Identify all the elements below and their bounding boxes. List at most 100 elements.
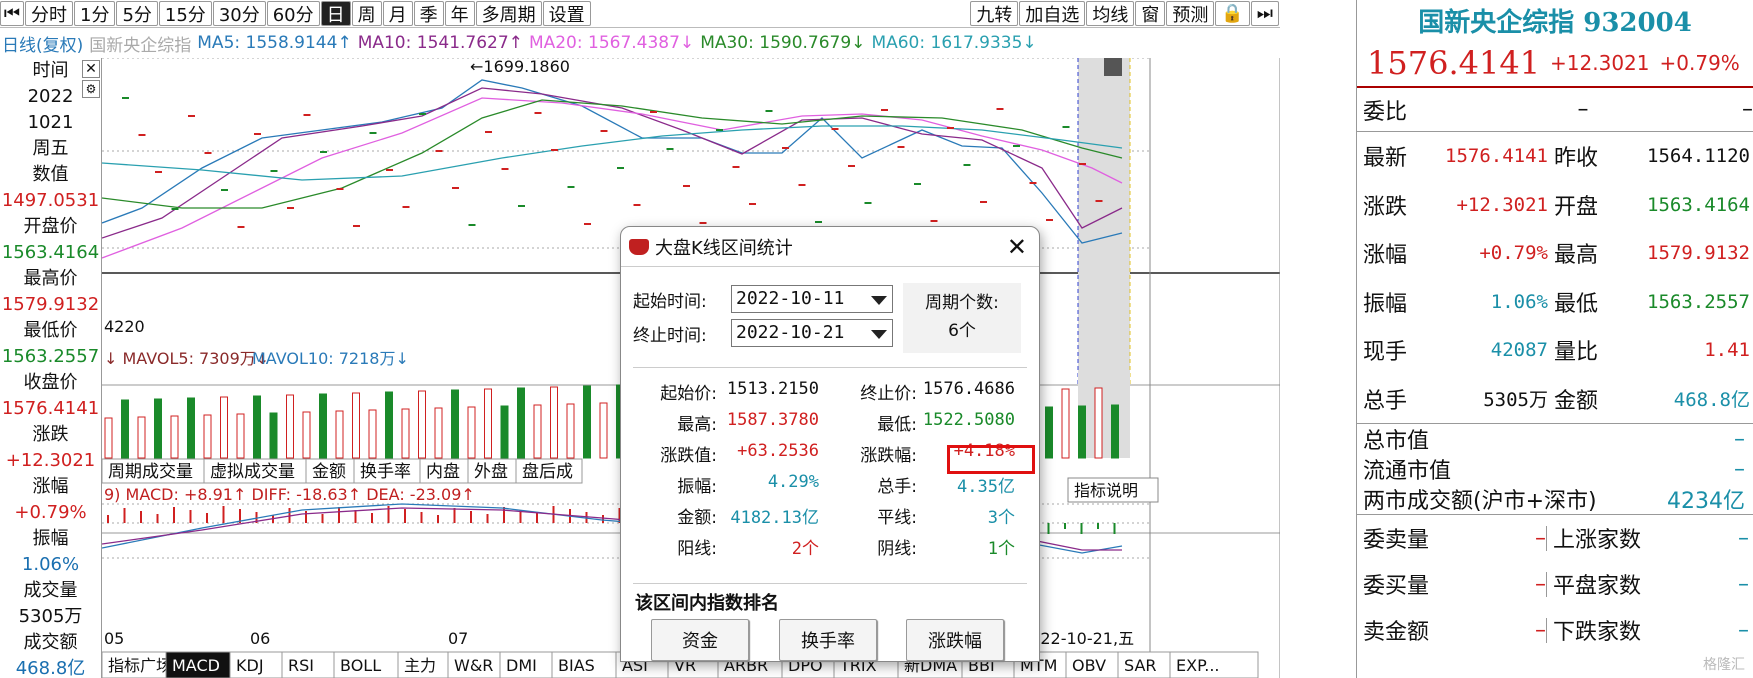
stat-label: 阳线:	[677, 539, 717, 559]
vol-tab-label: 金额	[312, 462, 346, 482]
rank-button[interactable]: 换手率	[779, 619, 877, 661]
quote-value: +12.3021	[1456, 193, 1548, 216]
prev-icon[interactable]: ⏮	[0, 1, 24, 26]
info-line: 数值	[32, 164, 69, 185]
quote-row: 涨幅 +0.79% 最高 1579.9132	[1363, 229, 1753, 278]
info-line: 468.8亿	[15, 658, 86, 678]
indicator-tab-label: BIAS	[558, 656, 595, 675]
info-line: 1563.4164	[1, 242, 100, 263]
volume-bar	[517, 387, 525, 459]
stat-label: 总手:	[877, 477, 917, 497]
start-time-label: 起始时间:	[633, 292, 707, 312]
x-axis-label: 06	[250, 629, 270, 648]
volume-bar	[401, 408, 410, 459]
quote-row: 总手 5305万 金额 468.8亿	[1363, 375, 1753, 424]
weibi-value: –	[1577, 97, 1589, 122]
volume-bar	[137, 416, 146, 459]
period-tab[interactable]: 分时	[25, 1, 73, 26]
period-tab[interactable]: 日	[320, 1, 351, 26]
tool-button[interactable]: 窗	[1135, 1, 1166, 26]
app-logo-icon	[629, 238, 649, 255]
period-count-label: 周期个数:	[925, 293, 999, 313]
x-axis-label: 05	[104, 629, 124, 648]
period-tab[interactable]: 60分	[266, 1, 320, 26]
period-tab[interactable]: 设置	[542, 1, 591, 26]
market-row: 两市成交额(沪市+深市) 4234亿	[1363, 484, 1753, 514]
settings-icon[interactable]: ⚙	[82, 80, 100, 98]
market-label: 总市值	[1363, 429, 1430, 454]
period-tab[interactable]: 1分	[74, 1, 116, 26]
stat-label: 平线:	[877, 508, 917, 528]
stat-label: 起始价:	[660, 384, 717, 404]
info-line: 1021	[27, 112, 74, 133]
info-line: 成交量	[23, 580, 78, 601]
rank-button[interactable]: 资金	[651, 619, 749, 661]
info-line: +0.79%	[14, 502, 87, 523]
info-line: 收盘价	[23, 372, 78, 393]
info-line: 1563.2557	[1, 346, 100, 367]
lock-icon[interactable]: 🔒	[1215, 1, 1250, 26]
next-icon[interactable]: ⏭	[1250, 1, 1279, 26]
close-icon[interactable]: ✕	[82, 60, 100, 78]
period-toolbar: ⏮ 分时 1分 5分 15分 30分 60分日周月季年多周期 设置 九转 加自选 均线窗预测 🔒…	[0, 0, 1280, 28]
volume-bar	[154, 398, 162, 459]
macd-label: 9) MACD: +8.91↑ DIFF: -18.63↑ DEA: -23.0…	[104, 485, 475, 504]
dialog-title: 大盘K线区间统计	[655, 237, 793, 259]
period-label: 日线(复权)	[2, 35, 84, 56]
market-row: 流通市值 –	[1363, 454, 1753, 485]
volume-bar	[121, 399, 129, 459]
chevron-down-icon	[871, 330, 887, 339]
period-tab[interactable]: 5分	[116, 1, 158, 26]
volume-bar	[220, 396, 228, 459]
stat-value: +63.2536	[737, 441, 819, 461]
volume-bar	[203, 414, 212, 459]
start-time-select[interactable]: 2022-10-11	[731, 285, 893, 313]
volume-bar	[533, 404, 542, 459]
volume-bar	[352, 392, 360, 459]
volume-bar	[187, 397, 195, 459]
tool-button[interactable]: 九转	[970, 1, 1019, 26]
volume-bar	[335, 410, 344, 459]
watermark: 格隆汇	[1703, 657, 1745, 673]
rank-button[interactable]: 涨跌幅	[906, 619, 1004, 661]
period-tab[interactable]: 月	[382, 1, 413, 26]
volume-bar	[484, 388, 492, 459]
stat-label: 涨跌幅:	[860, 446, 917, 466]
quote-label: 最高	[1554, 243, 1599, 269]
period-tab[interactable]: 30分	[212, 1, 266, 26]
tool-button[interactable]: 加自选	[1019, 1, 1086, 26]
interval-stats-dialog: 大盘K线区间统计 ✕ 起始时间: 2022-10-11 终止时间: 2022-1…	[620, 226, 1040, 662]
volume-bar	[1111, 404, 1119, 459]
info-line: 最低价	[23, 320, 78, 341]
quote-value: 1563.4164	[1647, 193, 1750, 216]
range-close-icon[interactable]	[1104, 58, 1122, 76]
quote-value: 1.41	[1704, 339, 1750, 362]
chevron-down-icon	[871, 296, 887, 305]
quote-value: 1576.4141	[1445, 145, 1548, 168]
x-axis-label: 07	[448, 629, 468, 648]
quote-row: 振幅 1.06% 最低 1563.2557	[1363, 278, 1753, 327]
volume-bar	[451, 389, 459, 459]
range-band	[1078, 58, 1130, 385]
quote-value: 5305万	[1483, 389, 1548, 412]
period-tab[interactable]: 年	[444, 1, 475, 26]
volume-bar	[467, 406, 476, 459]
book-value: –	[1738, 525, 1749, 551]
period-count-value: 6个	[948, 321, 976, 341]
period-tab[interactable]: 季	[413, 1, 444, 26]
end-time-select[interactable]: 2022-10-21	[731, 319, 893, 347]
stat-value: 4.29%	[767, 472, 819, 492]
volume-bar	[599, 402, 608, 459]
volume-bar	[236, 413, 245, 459]
volume-bar	[418, 390, 426, 459]
market-row: 总市值 –	[1363, 424, 1753, 455]
period-tab[interactable]: 多周期	[475, 1, 542, 26]
tool-button[interactable]: 均线	[1086, 1, 1135, 26]
dialog-close-icon[interactable]: ✕	[1007, 233, 1027, 261]
tool-button[interactable]: 预测	[1166, 1, 1215, 26]
market-value: 4234亿	[1667, 489, 1745, 514]
period-tab[interactable]: 15分	[158, 1, 212, 26]
volume-bar	[1061, 388, 1070, 459]
quote-label: 现手	[1363, 340, 1408, 366]
period-tab[interactable]: 周	[351, 1, 382, 26]
